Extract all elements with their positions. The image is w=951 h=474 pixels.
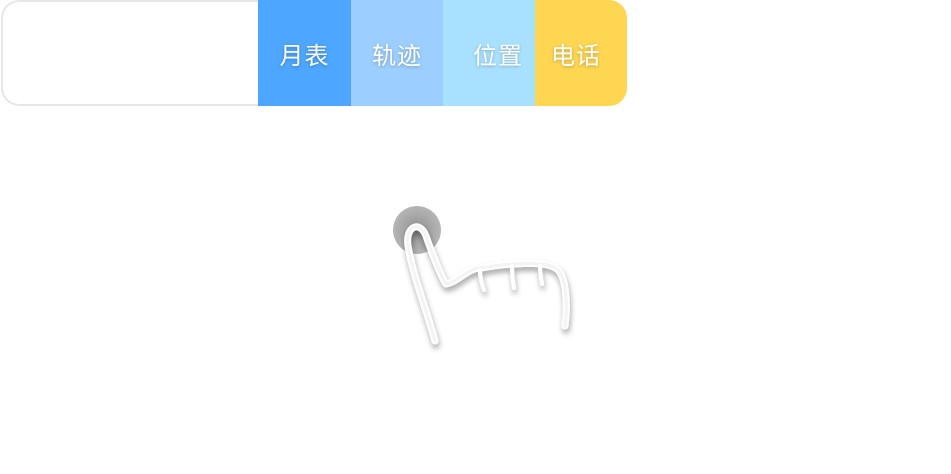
track-button[interactable]: 轨迹 — [351, 0, 443, 106]
hand-outline — [404, 223, 570, 345]
location-label: 位置 — [473, 41, 523, 70]
swipe-left-hand-icon — [393, 206, 570, 345]
demo-stage: 月表 轨迹 位置 电话 — [0, 0, 951, 474]
location-button[interactable]: 位置 — [443, 0, 535, 106]
phone-button[interactable]: 电话 — [535, 0, 627, 106]
phone-label: 电话 — [551, 41, 601, 70]
row-content[interactable] — [1, 0, 258, 106]
monthly-report-button[interactable]: 月表 — [258, 0, 351, 106]
monthly-report-label: 月表 — [279, 41, 330, 70]
swipe-list-row[interactable]: 月表 轨迹 位置 电话 — [1, 0, 627, 106]
track-label: 轨迹 — [372, 41, 422, 70]
